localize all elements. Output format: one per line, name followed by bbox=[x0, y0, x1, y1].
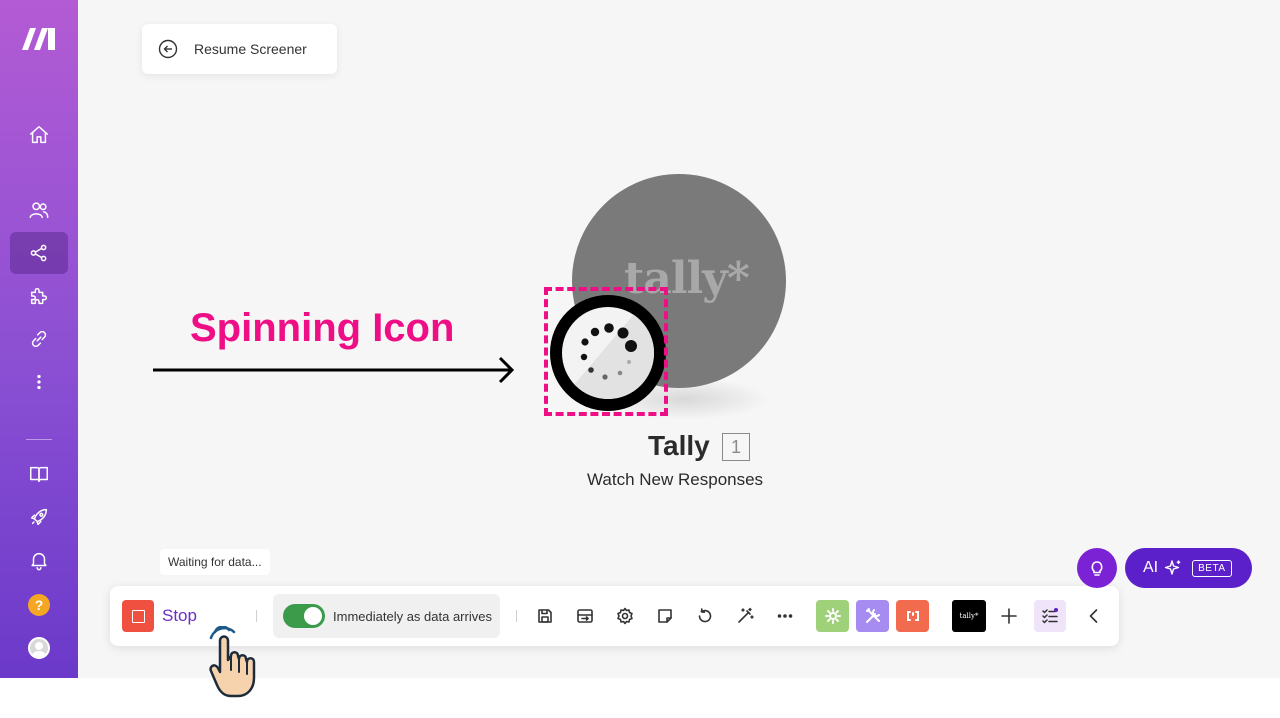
pointing-hand-icon bbox=[209, 626, 256, 698]
toolbar-divider bbox=[256, 610, 257, 622]
home-icon bbox=[30, 126, 48, 144]
sidebar-item-scenarios[interactable] bbox=[10, 232, 68, 274]
sidebar-item-connections[interactable] bbox=[10, 318, 68, 360]
collapse-toolbar-button[interactable] bbox=[1082, 604, 1106, 628]
explain-flow-icon bbox=[577, 609, 593, 623]
module-name: Tally bbox=[648, 430, 710, 461]
add-module-button[interactable] bbox=[997, 604, 1021, 628]
history-button[interactable] bbox=[693, 604, 717, 628]
lightbulb-icon bbox=[1091, 561, 1103, 576]
history-icon bbox=[698, 608, 712, 623]
sidebar-item-docs[interactable] bbox=[10, 453, 68, 495]
scenario-name: Resume Screener bbox=[194, 41, 307, 57]
checklist-icon bbox=[1042, 608, 1058, 624]
explain-flow-button[interactable] bbox=[573, 604, 597, 628]
module-number-badge: 1 bbox=[722, 433, 750, 461]
book-icon bbox=[30, 466, 48, 483]
sidebar-item-team[interactable] bbox=[10, 189, 68, 231]
annotation-label: Spinning Icon bbox=[190, 306, 455, 350]
sidebar-item-help[interactable]: ? bbox=[10, 584, 68, 626]
stop-button[interactable] bbox=[122, 600, 154, 632]
module-action: Watch New Responses bbox=[587, 470, 764, 489]
puzzle-icon bbox=[30, 287, 48, 305]
avatar bbox=[28, 637, 50, 659]
schedule-setting[interactable]: Immediately as data arrives bbox=[273, 594, 500, 638]
sidebar-item-more[interactable] bbox=[10, 361, 68, 403]
stop-label[interactable]: Stop bbox=[162, 606, 197, 626]
sidebar-item-notifications[interactable] bbox=[10, 539, 68, 581]
sparkle-icon bbox=[1164, 560, 1181, 575]
checklist-button[interactable] bbox=[1034, 600, 1066, 632]
schedule-label: Immediately as data arrives bbox=[333, 608, 492, 624]
save-icon bbox=[538, 609, 552, 623]
beta-badge: BETA bbox=[1192, 559, 1232, 577]
ai-assistant-button[interactable]: AI BETA bbox=[1125, 548, 1252, 588]
notes-button[interactable] bbox=[653, 604, 677, 628]
scenario-settings-button[interactable] bbox=[613, 604, 637, 628]
sidebar-item-launch[interactable] bbox=[10, 496, 68, 538]
more-vertical-icon bbox=[37, 374, 41, 390]
plus-icon bbox=[1001, 608, 1017, 624]
rocket-icon bbox=[30, 508, 48, 526]
gear-icon bbox=[824, 608, 841, 624]
settings-icon bbox=[617, 607, 633, 625]
sidebar-divider bbox=[26, 439, 52, 440]
link-icon bbox=[31, 330, 47, 348]
tools-gear-button[interactable] bbox=[816, 600, 849, 632]
sidebar-item-apps[interactable] bbox=[10, 275, 68, 317]
tools-text-parser-button[interactable] bbox=[896, 600, 929, 632]
sidebar: ? bbox=[0, 0, 78, 678]
schedule-toggle[interactable] bbox=[283, 604, 325, 628]
annotation-arrow bbox=[153, 356, 515, 384]
auto-align-button[interactable] bbox=[733, 604, 757, 628]
make-logo[interactable] bbox=[20, 22, 60, 54]
annotation-highlight-box bbox=[544, 287, 668, 416]
tools-flow-control-button[interactable] bbox=[856, 600, 889, 632]
text-parser-icon bbox=[906, 611, 919, 621]
notes-icon bbox=[658, 609, 672, 623]
users-icon bbox=[29, 202, 49, 219]
hints-button[interactable] bbox=[1077, 548, 1117, 588]
back-to-scenarios-button[interactable]: Resume Screener bbox=[142, 24, 337, 74]
tools-icon bbox=[865, 608, 880, 623]
toolbar-divider bbox=[516, 610, 517, 622]
share-nodes-icon bbox=[30, 244, 47, 262]
sidebar-item-home[interactable] bbox=[10, 114, 68, 156]
more-icon bbox=[777, 614, 793, 618]
magic-wand-icon bbox=[738, 607, 754, 623]
save-button[interactable] bbox=[533, 604, 557, 628]
bell-icon bbox=[31, 552, 47, 571]
status-tooltip: Waiting for data... bbox=[160, 549, 270, 575]
ai-label: AI bbox=[1143, 559, 1159, 576]
arrow-left-circle-icon bbox=[158, 39, 178, 59]
help-icon: ? bbox=[28, 594, 50, 616]
chevron-left-icon bbox=[1089, 609, 1098, 623]
sidebar-item-profile[interactable] bbox=[10, 627, 68, 669]
more-button[interactable] bbox=[773, 604, 797, 628]
tally-app-button[interactable]: tally* bbox=[952, 600, 986, 632]
